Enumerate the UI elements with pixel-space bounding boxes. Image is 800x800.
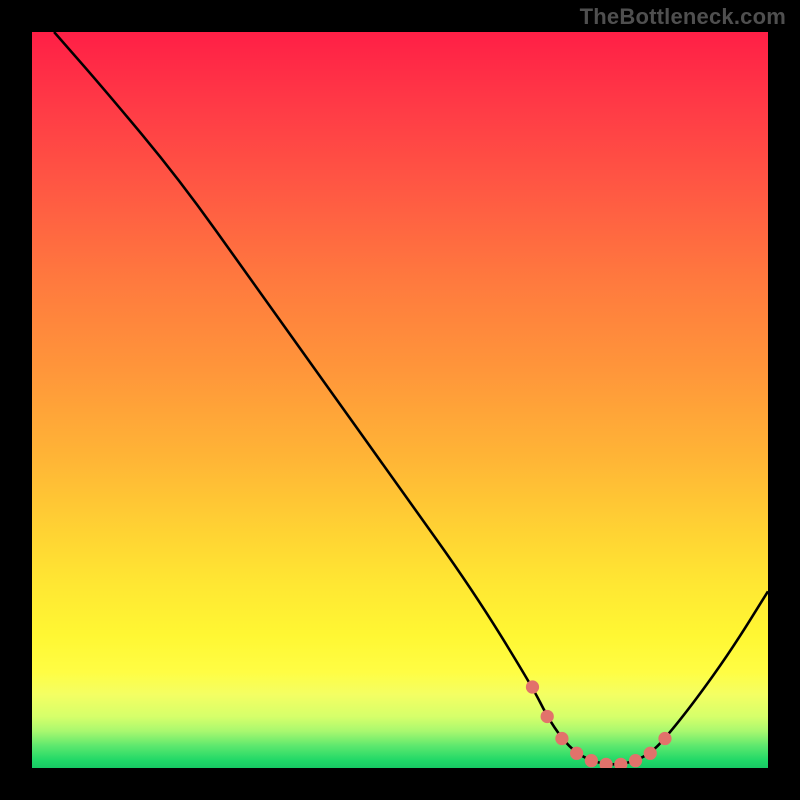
valley-dots-group	[526, 680, 672, 768]
valley-dot	[541, 710, 554, 723]
valley-dot	[614, 758, 627, 768]
valley-dot	[629, 754, 642, 767]
valley-dot	[599, 758, 612, 768]
plot-area	[32, 32, 768, 768]
valley-dot	[555, 732, 568, 745]
valley-dot	[585, 754, 598, 767]
curve-svg	[32, 32, 768, 768]
watermark-text: TheBottleneck.com	[580, 4, 786, 30]
bottleneck-curve	[54, 32, 768, 764]
valley-dot	[570, 747, 583, 760]
valley-dot	[658, 732, 671, 745]
valley-dot	[644, 747, 657, 760]
chart-frame: TheBottleneck.com	[0, 0, 800, 800]
valley-dot	[526, 680, 539, 693]
